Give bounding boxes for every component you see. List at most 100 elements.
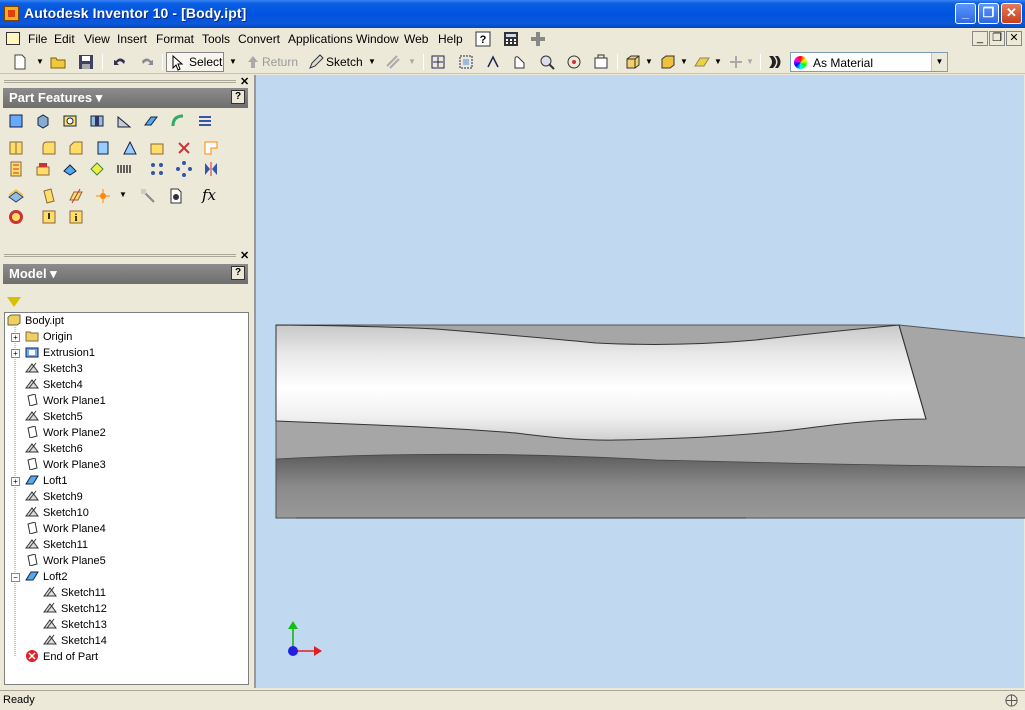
tree-item-loft2-child[interactable]: Sketch11	[43, 585, 106, 601]
hole-icon[interactable]	[89, 113, 105, 129]
open-icon[interactable]	[50, 54, 66, 70]
coil-icon[interactable]	[197, 113, 213, 129]
select-button[interactable]: Select	[166, 52, 224, 72]
collapse-icon[interactable]: −	[11, 573, 20, 582]
mirror-feature-icon[interactable]	[203, 161, 219, 177]
tree-item[interactable]: Work Plane1	[25, 393, 106, 409]
menu-format[interactable]: Format	[156, 32, 194, 46]
work-plane-tool-icon[interactable]	[41, 188, 57, 204]
work-point-dropdown-arrow[interactable]: ▼	[119, 190, 127, 199]
tree-item-loft2-child[interactable]: Sketch12	[43, 601, 107, 617]
model-browser[interactable]: Body.ipt Origin + Extrusion1 + Sketch3 Sketch4…	[4, 312, 249, 685]
pan-icon[interactable]	[512, 54, 528, 70]
extrude-icon[interactable]	[35, 113, 51, 129]
minimize-button[interactable]: _	[955, 3, 976, 24]
tree-item[interactable]: Sketch9	[25, 489, 83, 505]
save-icon[interactable]	[78, 54, 94, 70]
tree-item[interactable]: Extrusion1	[25, 345, 95, 361]
ifeature-insert-icon[interactable]	[41, 209, 57, 225]
tree-item[interactable]: Sketch11	[25, 537, 88, 553]
derived-file-icon[interactable]	[168, 188, 184, 204]
model-body[interactable]	[275, 324, 1025, 519]
panel-grip[interactable]	[4, 254, 236, 257]
plus-icon[interactable]	[530, 31, 546, 47]
revolve-icon[interactable]	[62, 113, 78, 129]
split-icon[interactable]	[122, 140, 138, 156]
menu-tools[interactable]: Tools	[202, 32, 230, 46]
tree-item-loft2-child[interactable]: Sketch13	[43, 617, 107, 633]
sketch-button[interactable]: Sketch	[326, 53, 363, 71]
graphics-window[interactable]	[254, 75, 1025, 688]
menu-insert[interactable]: Insert	[117, 32, 147, 46]
tree-item[interactable]: Work Plane4	[25, 521, 106, 537]
ground-shadow-icon[interactable]	[694, 54, 710, 70]
restore-button[interactable]: ❐	[978, 3, 999, 24]
tree-item[interactable]: Loft2	[25, 569, 67, 585]
appearance-dropdown-arrow[interactable]: ▼	[931, 53, 947, 71]
emboss-icon[interactable]	[35, 161, 51, 177]
doc-restore-button[interactable]: ❐	[989, 31, 1005, 46]
tree-item-loft2-child[interactable]: Sketch14	[43, 633, 107, 649]
tree-item[interactable]: Work Plane3	[25, 457, 106, 473]
derived-component-icon[interactable]	[62, 161, 78, 177]
zoom-icon[interactable]	[485, 54, 501, 70]
decal-icon[interactable]	[8, 161, 24, 177]
replace-face-icon[interactable]	[203, 140, 219, 156]
menu-window[interactable]: Window	[356, 32, 399, 46]
shell-icon[interactable]	[116, 113, 132, 129]
ifeature-info-icon[interactable]: i	[68, 209, 84, 225]
doc-minimize-button[interactable]: _	[972, 31, 988, 46]
tree-item[interactable]: Sketch10	[25, 505, 89, 521]
doc-close-button[interactable]: ✕	[1006, 31, 1022, 46]
expand-icon[interactable]: +	[11, 333, 20, 342]
tree-item[interactable]: Sketch3	[25, 361, 83, 377]
expand-icon[interactable]: +	[11, 477, 20, 486]
promote-icon[interactable]	[140, 188, 156, 204]
tree-item[interactable]: Sketch5	[25, 409, 83, 425]
whats-this-help-icon[interactable]: ?	[475, 31, 491, 47]
loft-feature-icon[interactable]	[143, 113, 159, 129]
section-dropdown-arrow[interactable]: ▼	[746, 53, 754, 71]
circular-pattern-icon[interactable]	[176, 161, 192, 177]
appearance-combo[interactable]: As Material ▼	[790, 52, 948, 72]
update-icon[interactable]	[385, 54, 401, 70]
menu-file[interactable]: File	[28, 32, 47, 46]
bend-part-icon[interactable]	[116, 161, 132, 177]
parameters-fx-icon[interactable]: 𝑓x	[202, 186, 216, 204]
view-dropdown-arrow[interactable]: ▼	[645, 53, 653, 71]
redo-icon[interactable]	[139, 54, 155, 70]
sweep-icon[interactable]	[170, 113, 186, 129]
menu-applications[interactable]: Applications	[288, 32, 353, 46]
thicken-offset-icon[interactable]	[8, 188, 24, 204]
sculpt-icon[interactable]	[89, 161, 105, 177]
delete-face-icon[interactable]	[176, 140, 192, 156]
rotate-icon[interactable]	[566, 54, 582, 70]
tree-item[interactable]: Sketch6	[25, 441, 83, 457]
network-status-icon[interactable]	[1004, 693, 1019, 708]
new-dropdown-arrow[interactable]: ▼	[36, 53, 44, 71]
zoom-selected-icon[interactable]	[539, 54, 555, 70]
part-model-view[interactable]	[256, 75, 1025, 688]
face-draft-icon[interactable]	[149, 140, 165, 156]
fillet-icon[interactable]	[41, 140, 57, 156]
display-dropdown-arrow[interactable]: ▼	[680, 53, 688, 71]
menu-web[interactable]: Web	[404, 32, 428, 46]
inventor-app-icon[interactable]	[4, 6, 19, 21]
model-panel-close-icon[interactable]: ✕	[240, 249, 249, 262]
look-at-icon[interactable]	[593, 54, 609, 70]
menu-convert[interactable]: Convert	[238, 32, 280, 46]
part-features-help-icon[interactable]: ?	[231, 90, 245, 104]
thread-icon[interactable]	[95, 140, 111, 156]
model-help-icon[interactable]: ?	[231, 266, 245, 280]
work-point-icon[interactable]	[95, 188, 111, 204]
shadow-dropdown-arrow[interactable]: ▼	[714, 53, 722, 71]
shaded-display-icon[interactable]	[660, 54, 676, 70]
tree-item[interactable]: Origin	[25, 329, 72, 345]
undo-icon[interactable]	[112, 54, 128, 70]
rib-icon[interactable]	[8, 140, 24, 156]
tree-end-of-part[interactable]: End of Part	[25, 649, 98, 665]
design-doctor-icon[interactable]	[767, 54, 783, 70]
menu-edit[interactable]: Edit	[54, 32, 75, 46]
new-icon[interactable]	[12, 54, 28, 70]
close-button[interactable]: ✕	[1001, 3, 1022, 24]
